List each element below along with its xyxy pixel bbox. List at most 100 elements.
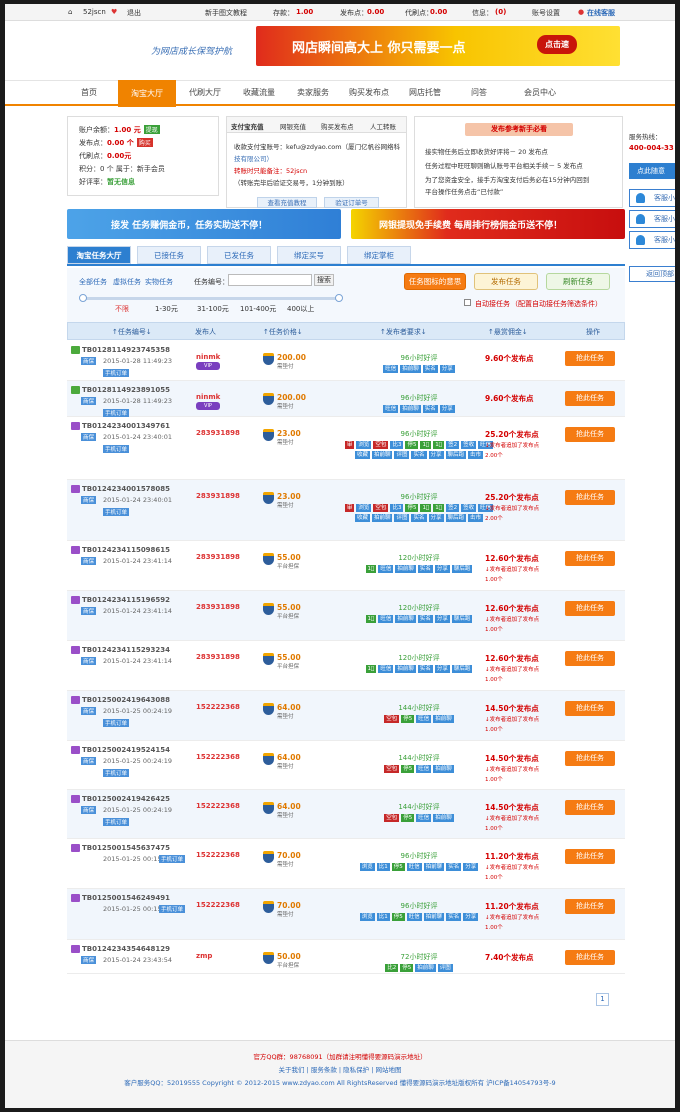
search-button[interactable]: 搜索 (314, 274, 334, 286)
col-reward[interactable]: ↑悬赏佣金↓ (488, 327, 528, 337)
promo-banner-left[interactable]: 接发 任务赚佣金币，任务实助送不停！ (67, 209, 341, 239)
verify-order-button[interactable]: 验证订单号 (324, 197, 379, 208)
buy-points-button[interactable]: 购买 (136, 138, 153, 147)
task-id[interactable]: TB0124234115293234 (71, 646, 170, 654)
pager-page-1[interactable]: 1 (596, 993, 609, 1006)
price-range-slider[interactable] (81, 297, 339, 300)
slider-handle[interactable] (335, 294, 343, 302)
logout-link[interactable]: 退出 (127, 8, 141, 18)
nav-qa[interactable]: 问答 (450, 81, 508, 105)
take-task-button[interactable]: 抢此任务 (565, 601, 615, 616)
task-id[interactable]: TB0124234001349761 (71, 422, 170, 430)
publisher[interactable]: 283931898 (196, 553, 240, 561)
range-any[interactable]: 不限 (115, 304, 129, 314)
range-400-plus[interactable]: 400以上 (287, 304, 314, 314)
take-task-button[interactable]: 抢此任务 (565, 849, 615, 864)
take-task-button[interactable]: 抢此任务 (565, 391, 615, 406)
publisher[interactable]: 152222368 (196, 753, 240, 761)
filter-all[interactable]: 全部任务 (79, 277, 107, 287)
tab-task-hall[interactable]: 淘宝任务大厅 (67, 246, 131, 264)
take-task-button[interactable]: 抢此任务 (565, 701, 615, 716)
publisher[interactable]: 152222368 (196, 901, 240, 909)
range-1-30[interactable]: 1-30元 (155, 304, 178, 314)
publish-task-button[interactable]: 发布任务 (474, 273, 538, 290)
publisher[interactable]: ninmk (196, 393, 220, 401)
nav-seller[interactable]: 卖家服务 (284, 81, 342, 105)
auto-accept-checkbox[interactable] (464, 299, 471, 306)
filter-virtual[interactable]: 虚拟任务 (113, 277, 141, 287)
task-id[interactable]: TB0124234354648129 (71, 945, 170, 953)
tab-bind-shop[interactable]: 绑定掌柜 (347, 246, 411, 264)
side-service-button[interactable]: 点此随意 (629, 163, 675, 179)
nav-buy-points[interactable]: 购买发布点 (340, 81, 398, 105)
task-id[interactable]: TB0125002419643088 (71, 696, 170, 704)
guide-menu[interactable]: 新手图文教程 (205, 8, 247, 18)
refresh-task-button[interactable]: 刷新任务 (546, 273, 610, 290)
task-icon-legend-button[interactable]: 任务图标的意思 (404, 273, 466, 290)
auto-accept-config-link[interactable]: （配置自动接任务筛选条件） (511, 299, 602, 309)
publisher[interactable]: ninmk (196, 353, 220, 361)
promo-banner-right[interactable]: 网银提现免手续费 每周排行榜佣金币送不停！ (351, 209, 625, 239)
recharge-tutorial-button[interactable]: 查看充值教程 (257, 197, 317, 208)
col-task-id[interactable]: ↑任务编号↓ (112, 327, 152, 337)
take-task-button[interactable]: 抢此任务 (565, 490, 615, 505)
cs-button[interactable]: 客服小 (629, 210, 675, 228)
task-id[interactable]: TB0124234115196592 (71, 596, 170, 604)
nav-traffic[interactable]: 收藏流量 (230, 81, 288, 105)
tab-published[interactable]: 已发任务 (207, 246, 271, 264)
cs-button[interactable]: 客服小 (629, 231, 675, 249)
tab-bind-buyer[interactable]: 绑定买号 (277, 246, 341, 264)
publisher[interactable]: 283931898 (196, 653, 240, 661)
task-id[interactable]: TB0124234115098615 (71, 546, 170, 554)
filter-physical[interactable]: 实物任务 (145, 277, 173, 287)
tab-alipay[interactable]: 支付宝充值 (231, 121, 264, 131)
settings-menu[interactable]: 账号设置 (532, 8, 560, 18)
tab-accepted[interactable]: 已接任务 (137, 246, 201, 264)
publisher[interactable]: 152222368 (196, 802, 240, 810)
col-price[interactable]: ↑任务价格↓ (263, 327, 303, 337)
publisher[interactable]: zmp (196, 952, 212, 960)
nav-member[interactable]: 会员中心 (511, 81, 569, 105)
range-101-400[interactable]: 101-400元 (240, 304, 276, 314)
online-service-link[interactable]: 在线客服 (587, 8, 615, 18)
task-id[interactable]: TB0125002419426425 (71, 795, 170, 803)
msg-label[interactable]: 信息： (472, 8, 493, 18)
publisher[interactable]: 283931898 (196, 492, 240, 500)
nav-store-hosting[interactable]: 网店托管 (396, 81, 454, 105)
publisher[interactable]: 152222368 (196, 703, 240, 711)
col-requirement[interactable]: ↑发布者要求↓ (380, 327, 427, 337)
task-id[interactable]: TB0125001546249491 (71, 894, 170, 902)
publisher[interactable]: 283931898 (196, 429, 240, 437)
range-31-100[interactable]: 31-100元 (197, 304, 229, 314)
tab-buy-points[interactable]: 购买发布点 (321, 121, 354, 131)
task-id-search-input[interactable] (228, 274, 312, 286)
task-id[interactable]: TB0125001545637475 (71, 844, 170, 852)
publisher[interactable]: 283931898 (196, 603, 240, 611)
footer-links[interactable]: 关于我们 | 服务条款 | 隐私保护 | 网站地图 (5, 1064, 675, 1074)
tab-manual[interactable]: 人工转账 (370, 121, 396, 131)
banner-ad-button[interactable]: 点击速 (537, 35, 577, 54)
back-to-top-button[interactable]: 返回顶部 (629, 266, 675, 282)
take-task-button[interactable]: 抢此任务 (565, 800, 615, 815)
take-task-button[interactable]: 抢此任务 (565, 427, 615, 442)
task-id[interactable]: TB0128114923891055 (71, 386, 170, 394)
nav-proxy-hall[interactable]: 代刷大厅 (176, 81, 234, 105)
take-task-button[interactable]: 抢此任务 (565, 651, 615, 666)
msg-count[interactable]: (0) (495, 8, 506, 16)
username-link[interactable]: 52jscn (83, 8, 106, 16)
nav-home[interactable]: 首页 (60, 81, 118, 105)
home-icon[interactable]: ⌂ (68, 8, 72, 16)
withdraw-button[interactable]: 提现 (143, 125, 160, 134)
task-id[interactable]: TB0128114923745358 (71, 346, 170, 354)
take-task-button[interactable]: 抢此任务 (565, 751, 615, 766)
tab-bank[interactable]: 网银充值 (280, 121, 306, 131)
publisher[interactable]: 152222368 (196, 851, 240, 859)
task-id[interactable]: TB0125002419524154 (71, 746, 170, 754)
slider-handle[interactable] (79, 294, 87, 302)
take-task-button[interactable]: 抢此任务 (565, 551, 615, 566)
take-task-button[interactable]: 抢此任务 (565, 950, 615, 965)
task-id[interactable]: TB0124234001578085 (71, 485, 170, 493)
take-task-button[interactable]: 抢此任务 (565, 351, 615, 366)
banner-ad[interactable]: 网店瞬间高大上 你只需要一点 点击速 (256, 26, 620, 66)
nav-taobao-hall[interactable]: 淘宝大厅 (118, 80, 176, 107)
